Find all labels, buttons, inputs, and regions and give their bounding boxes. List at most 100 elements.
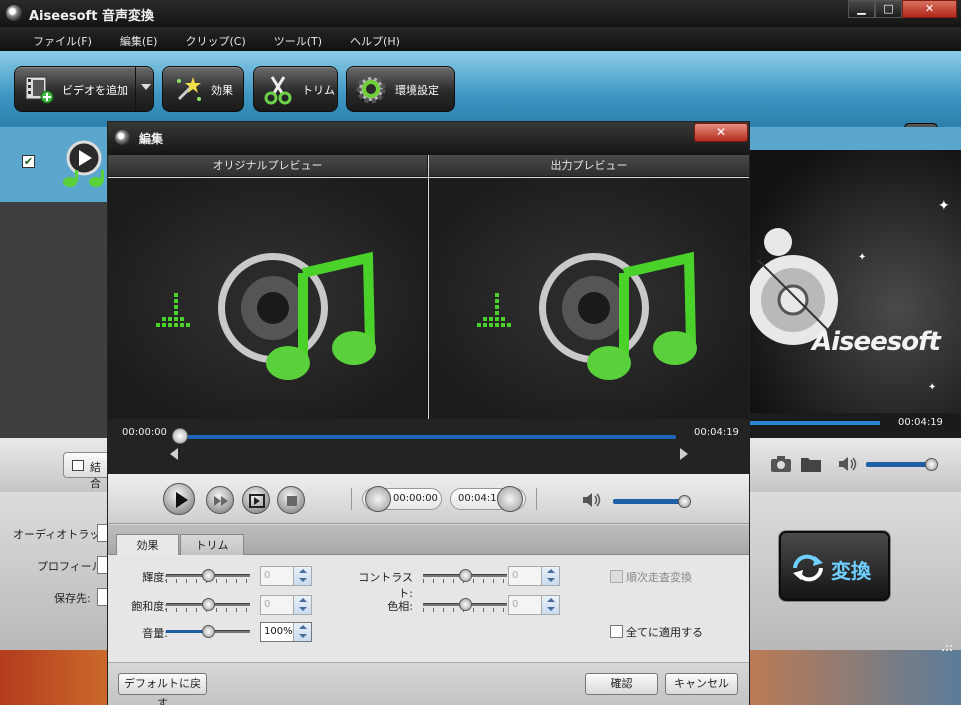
brightness-spinbox[interactable]: 0	[260, 566, 312, 586]
magic-wand-icon	[177, 77, 201, 101]
dialog-volume-knob[interactable]	[677, 495, 691, 508]
volume-slider[interactable]	[166, 623, 250, 639]
toolbar: ビデオを追加 効果 トリム 環境設定	[0, 51, 961, 157]
frame-step-icon	[249, 494, 265, 508]
film-add-icon	[25, 76, 54, 104]
saturation-slider[interactable]	[166, 596, 250, 612]
hue-label: 色相:	[387, 600, 413, 613]
deinterlace-label: 順次走査変換	[626, 571, 692, 584]
saturation-label: 飽和度:	[131, 600, 168, 613]
trim-end-marker[interactable]	[680, 448, 688, 460]
apply-all-checkbox[interactable]	[610, 625, 623, 638]
restore-default-button[interactable]: デフォルトに戻す	[118, 673, 207, 705]
music-file-icon	[63, 140, 104, 187]
brightness-knob[interactable]	[201, 569, 215, 582]
volume-value: 100%	[264, 626, 293, 637]
brightness-slider[interactable]	[166, 567, 250, 583]
preferences-button[interactable]: 環境設定	[346, 66, 455, 112]
app-title: Aiseesoft 音声変換	[29, 9, 154, 24]
set-end-icon[interactable]	[497, 486, 523, 512]
timeline-start-time: 00:00:00	[122, 427, 167, 438]
dropdown-arrow-icon	[141, 84, 151, 90]
stop-button[interactable]	[277, 486, 305, 514]
volume-knob[interactable]	[201, 625, 215, 638]
add-video-label: ビデオを追加	[62, 84, 128, 97]
menu-tools[interactable]: ツール(T)	[274, 27, 322, 51]
main-preview: ✦ ✦ ✦	[748, 150, 961, 413]
trim-button[interactable]: トリム	[253, 66, 338, 112]
end-time-box[interactable]: 00:04:19	[450, 486, 526, 512]
file-checkbox[interactable]: ✔	[22, 155, 35, 168]
menu-edit[interactable]: 編集(E)	[120, 27, 158, 51]
hue-knob[interactable]	[458, 598, 472, 611]
apply-all-label: 全てに適用する	[626, 626, 703, 639]
convert-arrows-icon	[793, 554, 823, 582]
dialog-title: 編集	[139, 132, 164, 146]
saturation-knob[interactable]	[201, 598, 215, 611]
add-video-button[interactable]: ビデオを追加	[14, 66, 154, 112]
saturation-spin-arrows-icon[interactable]	[293, 596, 311, 614]
volume-label: 音量:	[142, 627, 168, 640]
volume-spin-arrows-icon[interactable]	[293, 623, 311, 641]
set-start-icon[interactable]	[365, 486, 391, 512]
maximize-button[interactable]: □	[875, 0, 902, 18]
destination-label: 保存先:	[54, 592, 91, 605]
add-video-dropdown[interactable]	[135, 67, 153, 111]
main-time: 00:04:19	[898, 417, 943, 428]
contrast-label: コントラスト:	[358, 571, 413, 600]
menu-help[interactable]: ヘルプ(H)	[350, 27, 400, 51]
timeline-track[interactable]	[176, 435, 676, 439]
trim-label: トリム	[302, 84, 335, 97]
output-preview-header: 出力プレビュー	[429, 155, 749, 177]
dialog-volume-slider[interactable]	[613, 495, 691, 508]
volume-icon[interactable]	[838, 456, 858, 472]
resize-grip-icon[interactable]	[940, 643, 954, 653]
camera-icon[interactable]	[770, 455, 792, 473]
tab-trim[interactable]: トリム	[180, 534, 244, 556]
hue-spin-arrows-icon[interactable]	[541, 596, 559, 614]
saturation-value: 0	[264, 599, 271, 610]
saturation-spinbox[interactable]: 0	[260, 595, 312, 615]
menu-clip[interactable]: クリップ(C)	[185, 27, 245, 51]
menu-file[interactable]: ファイル(F)	[33, 27, 92, 51]
trim-start-marker[interactable]	[170, 448, 178, 460]
volume-spinbox[interactable]: 100%	[260, 622, 312, 642]
folder-icon[interactable]	[800, 455, 822, 473]
fast-forward-button[interactable]	[206, 486, 234, 514]
play-button[interactable]	[163, 483, 195, 515]
separator	[536, 488, 537, 510]
confirm-button[interactable]: 確認	[585, 673, 658, 695]
deinterlace-checkbox[interactable]	[610, 570, 623, 583]
minimize-button[interactable]: ▁	[848, 0, 875, 18]
contrast-spin-arrows-icon[interactable]	[541, 567, 559, 585]
separator	[351, 488, 352, 510]
contrast-knob[interactable]	[458, 569, 472, 582]
gear-icon	[356, 74, 386, 104]
hue-slider[interactable]	[423, 596, 507, 612]
brightness-spin-arrows-icon[interactable]	[293, 567, 311, 585]
main-volume-slider[interactable]	[866, 458, 939, 471]
frame-step-button[interactable]	[242, 486, 270, 514]
tab-effect[interactable]: 効果	[116, 534, 179, 556]
merge-icon	[72, 460, 84, 471]
app-logo-icon	[6, 5, 22, 21]
close-button[interactable]: ✕	[902, 0, 957, 18]
convert-button[interactable]: 変換	[779, 531, 890, 601]
merge-button[interactable]: 結合	[63, 452, 111, 490]
contrast-spinbox[interactable]: 0	[508, 566, 560, 586]
contrast-slider[interactable]	[423, 567, 507, 583]
cancel-button[interactable]: キャンセル	[665, 673, 738, 695]
timeline-knob[interactable]	[172, 428, 188, 444]
scissors-icon	[264, 76, 292, 105]
main-progress-track[interactable]	[748, 421, 881, 425]
start-time-box[interactable]: 00:00:00	[362, 486, 442, 512]
dialog-close-button[interactable]: ✕	[694, 123, 748, 142]
volume-icon[interactable]	[582, 492, 602, 508]
effect-button[interactable]: 効果	[162, 66, 244, 112]
window-controls: ▁ □ ✕	[848, 0, 957, 18]
hue-spinbox[interactable]: 0	[508, 595, 560, 615]
main-timeline[interactable]: 00:04:19	[748, 413, 961, 438]
dialog-title-bar: 編集 ✕	[108, 122, 749, 155]
svg-text:✦: ✦	[858, 252, 866, 263]
speaker-music-icon	[156, 251, 376, 380]
